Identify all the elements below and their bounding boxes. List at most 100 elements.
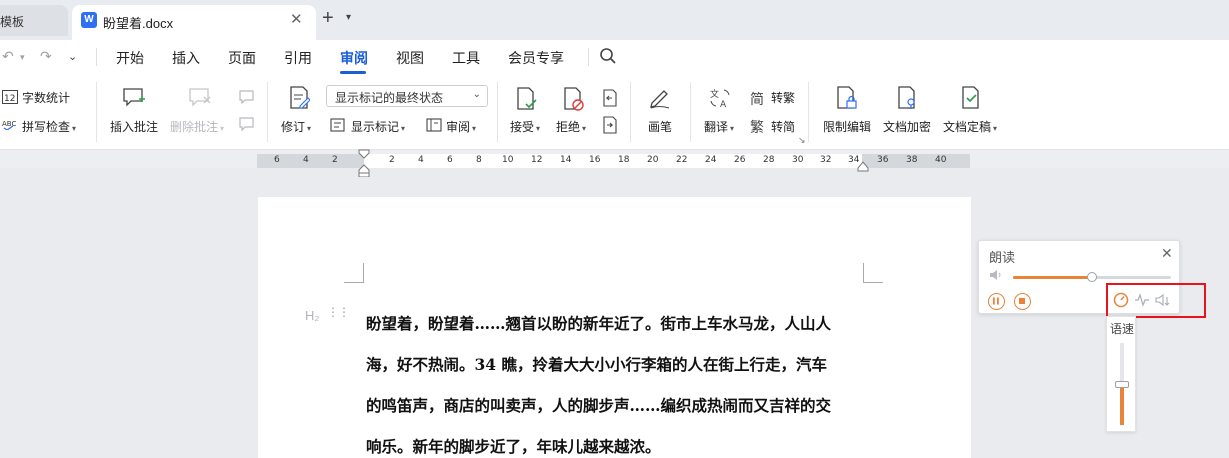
accept-button[interactable]: 接受 ▾	[510, 118, 540, 135]
first-line-indent-handle[interactable]	[358, 149, 370, 180]
to-traditional-button[interactable]: 转繁	[771, 89, 795, 106]
show-markup-icon	[330, 118, 346, 135]
read-aloud-title: 朗读	[989, 250, 1016, 265]
translate-icon: 文A	[709, 87, 731, 112]
spell-check-button[interactable]: 拼写检查 ▾	[22, 118, 76, 135]
insert-comment-button[interactable]: 插入批注	[110, 118, 158, 135]
paragraph-line: 海，好不热闹。34 瞧，拎着大大小小行李箱的人在街上行走，汽车	[366, 355, 827, 374]
finalize-document-button[interactable]: 文档定稿 ▾	[943, 118, 997, 135]
ruler-tick: 6	[447, 155, 453, 165]
redo-icon[interactable]: ↷	[40, 48, 52, 65]
menu-review[interactable]: 审阅	[340, 48, 368, 68]
menu-membership[interactable]: 会员专享	[508, 48, 564, 68]
tab-template[interactable]: 壳模板	[0, 5, 68, 36]
svg-text:12: 12	[4, 94, 15, 104]
to-simplified-icon: 繁	[750, 119, 764, 135]
quick-access-dropdown-icon[interactable]: ⌄	[68, 50, 77, 63]
review-ribbon: 12 字数统计 ABC 拼写检查 ▾ 插入批注 删除批注 ▾ 修订 ▾ 显示标记的最终…	[0, 74, 1229, 150]
track-changes-button[interactable]: 修订 ▾	[281, 118, 311, 135]
delete-comment-button[interactable]: 删除批注 ▾	[170, 118, 224, 135]
show-markup-label: 显示标记	[351, 120, 400, 134]
title-bar: 壳模板 W 盼望着.docx ✕ + ▾	[0, 0, 1229, 40]
markup-mode-select[interactable]: 显示标记的最终状态 ⌄	[326, 85, 488, 107]
menu-tools[interactable]: 工具	[452, 48, 480, 68]
previous-change-icon[interactable]	[601, 89, 619, 110]
volume-slider-thumb[interactable]	[1087, 272, 1097, 282]
tab-active-document[interactable]: W 盼望着.docx ✕	[72, 5, 316, 40]
tab-template-label: 壳模板	[0, 15, 25, 29]
reject-change-icon	[563, 87, 585, 114]
menu-insert[interactable]: 插入	[172, 48, 200, 68]
ruler-tick: 38	[906, 155, 918, 165]
restrict-edit-button[interactable]: 限制编辑	[823, 118, 871, 135]
word-doc-icon: W	[81, 12, 97, 28]
undo-dropdown-icon[interactable]: ▾	[20, 52, 25, 63]
translate-button[interactable]: 翻译 ▾	[704, 118, 734, 135]
pen-button[interactable]: 画笔	[648, 118, 672, 135]
markup-mode-value: 显示标记的最终状态	[335, 91, 444, 105]
word-count-button[interactable]: 字数统计	[22, 89, 70, 106]
reject-button[interactable]: 拒绝 ▾	[556, 118, 586, 135]
restrict-edit-icon	[836, 86, 858, 113]
drag-handle-icon[interactable]: ⋮⋮	[327, 306, 350, 318]
ribbon-divider	[630, 82, 631, 142]
document-body[interactable]: 盼望着，盼望着……翘首以盼的新年近了。街市上车水马龙，人山人 海，好不热闹。34…	[366, 303, 871, 458]
menu-references[interactable]: 引用	[284, 48, 312, 68]
encrypt-document-button[interactable]: 文档加密	[883, 118, 931, 135]
translate-label: 翻译	[704, 120, 729, 134]
chevron-down-icon: ▾	[401, 124, 406, 133]
speed-slider-thumb[interactable]	[1115, 381, 1129, 388]
ruler-tick: 40	[935, 155, 947, 165]
close-tab-icon[interactable]: ✕	[290, 10, 303, 28]
ruler-text-area	[364, 154, 862, 168]
ruler-tick: 2	[332, 155, 338, 165]
paragraph-line: 盼望着，盼望着……翘首以盼的新年近了。街市上车水马龙，人山人	[366, 314, 832, 333]
ruler-tick: 24	[705, 155, 717, 165]
ribbon-divider	[690, 82, 691, 142]
undo-icon[interactable]: ↶	[2, 48, 14, 65]
reject-label: 拒绝	[556, 120, 581, 134]
pause-button[interactable]	[988, 293, 1005, 310]
chevron-down-icon: ▾	[472, 124, 477, 133]
paragraph-line: 响乐。新年的脚步近了，年味儿越来越浓。	[366, 437, 661, 456]
new-tab-dropdown-icon[interactable]: ▾	[346, 12, 351, 23]
ruler-tick: 16	[589, 155, 601, 165]
tab-document-label: 盼望着.docx	[103, 16, 174, 31]
ribbon-divider	[808, 82, 809, 142]
ruler-tick: 26	[734, 155, 746, 165]
to-simplified-button[interactable]: 转简	[771, 118, 795, 135]
next-comment-icon[interactable]	[238, 116, 256, 135]
encrypt-document-icon	[897, 86, 919, 113]
next-change-icon[interactable]	[601, 116, 619, 137]
ruler-tick: 36	[877, 155, 889, 165]
previous-comment-icon[interactable]	[238, 89, 256, 108]
heading-level-marker[interactable]: H₂	[305, 308, 319, 323]
chevron-down-icon: ▾	[220, 124, 225, 133]
review-pane-button[interactable]: 审阅 ▾	[446, 118, 476, 135]
ruler-tick: 20	[647, 155, 659, 165]
close-icon[interactable]: ✕	[1161, 245, 1173, 262]
search-icon[interactable]	[599, 47, 617, 68]
menu-view[interactable]: 视图	[396, 48, 424, 68]
new-tab-button[interactable]: +	[322, 8, 334, 28]
speed-slider-fill	[1120, 384, 1124, 425]
ruler-tick: 30	[792, 155, 804, 165]
delete-comment-label: 删除批注	[170, 120, 219, 134]
chevron-down-icon: ▾	[582, 124, 587, 133]
ruler-tick: 22	[676, 155, 688, 165]
show-markup-button[interactable]: 显示标记 ▾	[351, 118, 405, 135]
volume-slider[interactable]	[1013, 272, 1171, 282]
accept-change-icon	[516, 87, 538, 114]
stop-button[interactable]	[1014, 293, 1031, 310]
page-margin-corner	[863, 263, 883, 283]
menu-home[interactable]: 开始	[116, 48, 144, 68]
volume-icon	[989, 269, 1003, 284]
finalize-document-label: 文档定稿	[943, 120, 992, 134]
delete-comment-icon	[188, 87, 212, 112]
expand-group-icon[interactable]: ↘	[798, 135, 806, 146]
menu-page[interactable]: 页面	[228, 48, 256, 68]
right-indent-handle[interactable]	[857, 160, 869, 175]
svg-text:ABC: ABC	[2, 120, 16, 128]
ribbon-divider	[497, 82, 498, 142]
svg-text:文: 文	[710, 88, 719, 100]
